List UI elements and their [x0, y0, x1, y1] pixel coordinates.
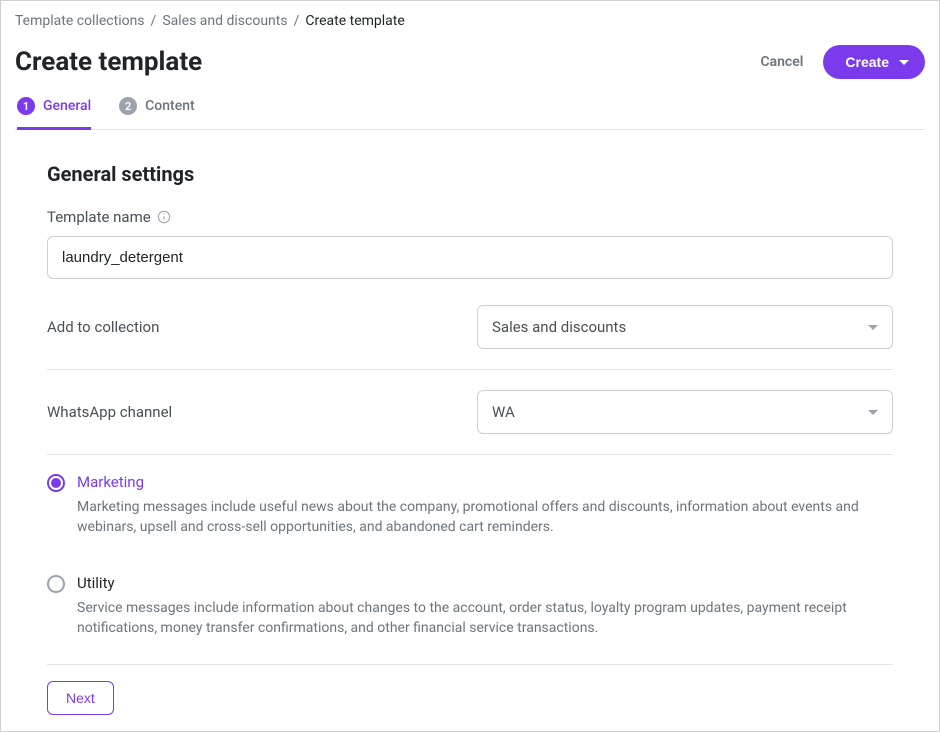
radio-utility[interactable]: Utility Service messages include informa…: [47, 560, 893, 661]
tab-content[interactable]: 2 Content: [119, 97, 195, 130]
breadcrumb-current: Create template: [305, 13, 404, 29]
breadcrumb-link-collections[interactable]: Template collections: [15, 13, 145, 29]
app-frame: Template collections / Sales and discoun…: [0, 0, 940, 732]
radio-icon: [47, 474, 65, 492]
channel-label: WhatsApp channel: [47, 403, 172, 421]
breadcrumb: Template collections / Sales and discoun…: [15, 13, 925, 29]
radio-icon: [47, 575, 65, 593]
content-area: General settings Template name Add to co…: [15, 130, 925, 715]
next-button[interactable]: Next: [47, 681, 114, 715]
radio-marketing[interactable]: Marketing Marketing messages include use…: [47, 459, 893, 560]
header-actions: Cancel Create: [750, 45, 925, 79]
next-row: Next: [47, 665, 893, 715]
cancel-button[interactable]: Cancel: [750, 46, 813, 78]
caret-down-icon: [899, 60, 909, 65]
channel-select[interactable]: WA: [477, 390, 893, 434]
breadcrumb-link-sales[interactable]: Sales and discounts: [162, 13, 287, 29]
template-name-input[interactable]: [47, 236, 893, 279]
radio-title: Utility: [77, 574, 893, 592]
collection-label: Add to collection: [47, 318, 159, 336]
section-title: General settings: [47, 162, 893, 186]
tab-step-number: 1: [17, 97, 35, 115]
channel-row: WhatsApp channel WA: [47, 370, 893, 455]
create-button-label: Create: [845, 54, 889, 70]
breadcrumb-separator: /: [151, 13, 157, 29]
channel-value: WA: [492, 403, 515, 421]
template-name-field: Template name: [47, 208, 893, 279]
tabs: 1 General 2 Content: [15, 97, 925, 130]
tab-label: General: [43, 98, 91, 114]
tab-step-number: 2: [119, 97, 137, 115]
page-header: Create template Cancel Create: [15, 45, 925, 79]
chevron-down-icon: [868, 325, 878, 330]
radio-title: Marketing: [77, 473, 893, 491]
category-radio-group: Marketing Marketing messages include use…: [47, 455, 893, 665]
create-button[interactable]: Create: [823, 45, 925, 79]
template-name-label: Template name: [47, 208, 151, 226]
tab-label: Content: [145, 98, 195, 114]
breadcrumb-separator: /: [294, 13, 300, 29]
collection-value: Sales and discounts: [492, 318, 626, 336]
collection-select[interactable]: Sales and discounts: [477, 305, 893, 349]
radio-description: Marketing messages include useful news a…: [77, 497, 893, 538]
info-icon: [157, 210, 171, 224]
collection-row: Add to collection Sales and discounts: [47, 285, 893, 370]
radio-description: Service messages include information abo…: [77, 598, 893, 639]
tab-general[interactable]: 1 General: [17, 97, 91, 130]
chevron-down-icon: [868, 410, 878, 415]
page-title: Create template: [15, 47, 202, 77]
